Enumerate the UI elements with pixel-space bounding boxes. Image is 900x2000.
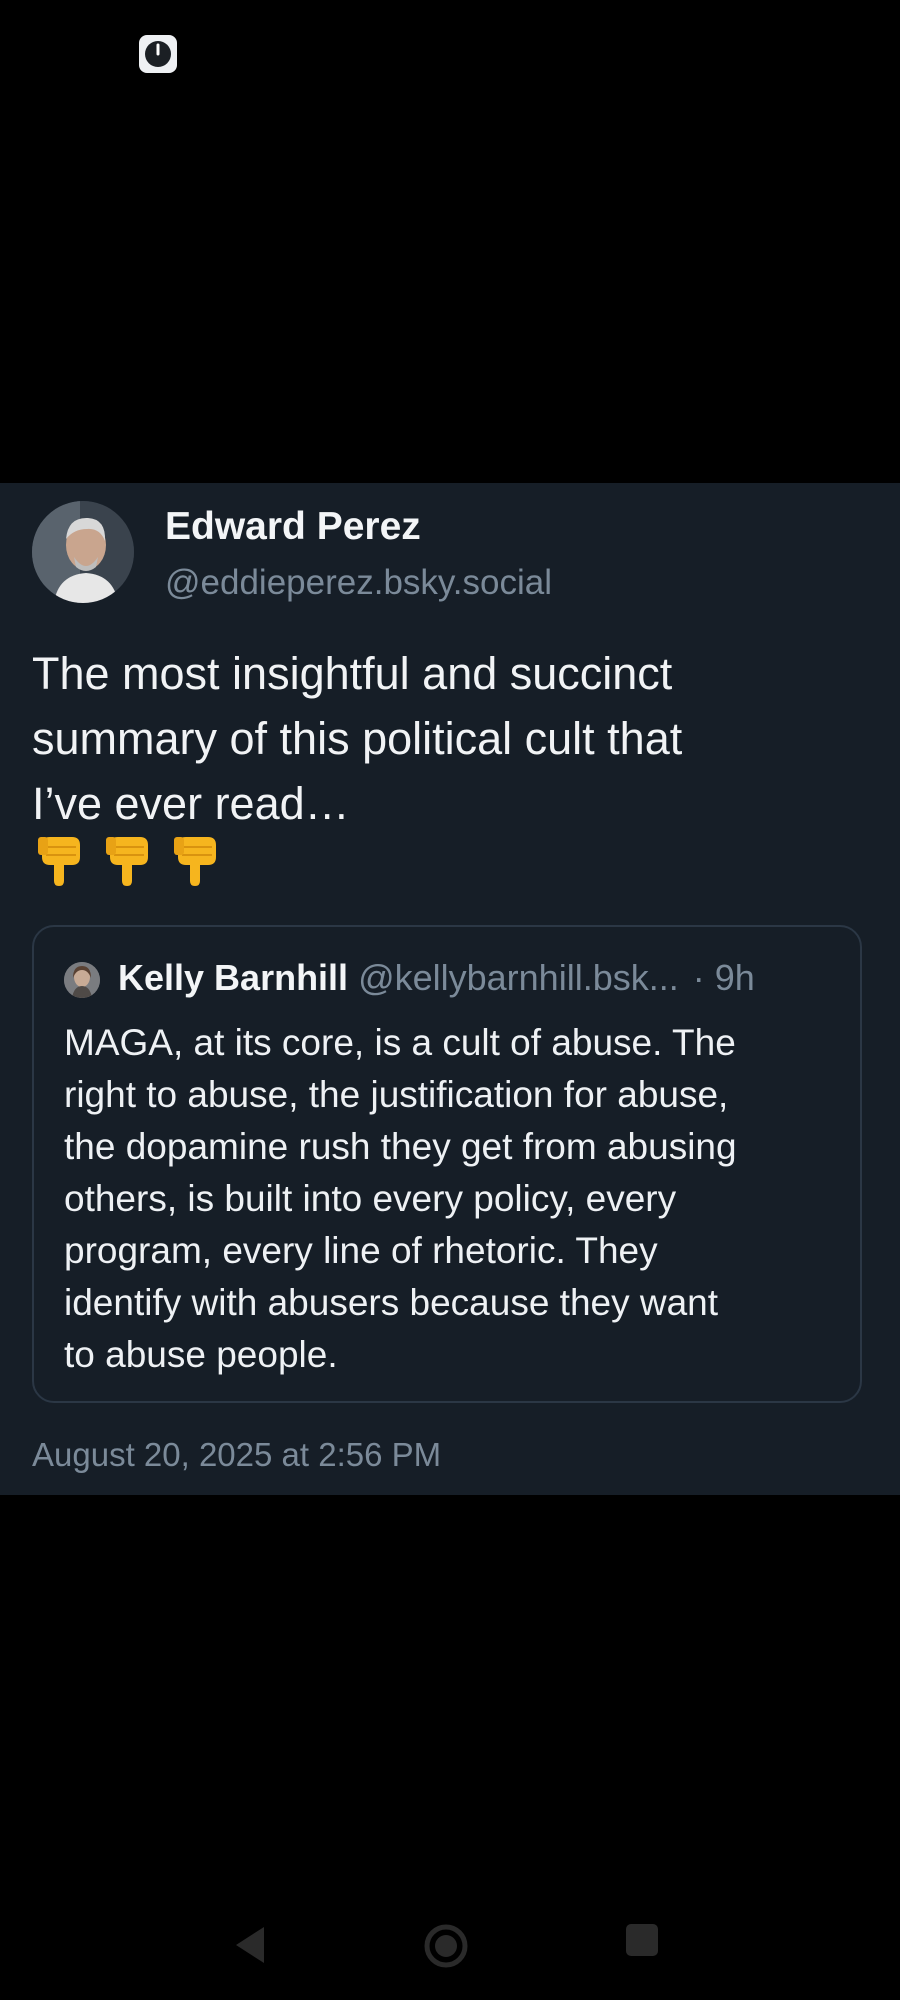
back-triangle-icon xyxy=(236,1927,264,1963)
recents-square-icon xyxy=(626,1924,658,1956)
home-circle-icon xyxy=(424,1924,468,1968)
back-button[interactable] xyxy=(230,1922,272,1973)
quoted-post[interactable]: Kelly Barnhill @kellybarnhill.bsk... · 9h … xyxy=(32,925,862,1403)
quote-text-line: program, every line of rhetoric. They xyxy=(64,1230,658,1271)
quote-header: Kelly Barnhill @kellybarnhill.bsk... · 9h xyxy=(118,957,755,999)
post-timestamp: August 20, 2025 at 2:56 PM xyxy=(32,1436,442,1473)
quote-author-name[interactable]: Kelly Barnhill xyxy=(118,957,348,998)
quote-author-handle[interactable]: @kellybarnhill.bsk... xyxy=(358,957,679,998)
post-text: The most insightful and succinct summary… xyxy=(32,641,872,836)
recents-button[interactable] xyxy=(624,1922,660,1963)
quote-text: MAGA, at its core, is a cult of abuse. T… xyxy=(64,1017,849,1381)
quote-text-line: MAGA, at its core, is a cult of abuse. T… xyxy=(64,1022,736,1063)
pointing-down-hand-icon xyxy=(36,835,84,892)
post-card[interactable]: Edward Perez @eddieperez.bsky.social The… xyxy=(0,483,900,1495)
quote-text-line: the dopamine rush they get from abusing xyxy=(64,1126,737,1167)
quote-author-avatar xyxy=(64,962,100,998)
pointing-down-hand-icon xyxy=(172,835,220,892)
home-button[interactable] xyxy=(422,1922,470,1975)
emoji-row xyxy=(36,835,220,892)
pointing-down-hand-icon xyxy=(104,835,152,892)
quote-text-line: identify with abusers because they want xyxy=(64,1282,719,1323)
post-text-line: I’ve ever read… xyxy=(32,778,350,829)
quote-text-line: others, is built into every policy, ever… xyxy=(64,1178,677,1219)
author-name[interactable]: Edward Perez xyxy=(165,505,421,549)
clock-icon xyxy=(139,35,177,73)
author-avatar[interactable] xyxy=(32,501,134,603)
author-handle[interactable]: @eddieperez.bsky.social xyxy=(165,563,552,603)
quote-time: · 9h xyxy=(692,957,755,998)
quote-text-line: right to abuse, the justification for ab… xyxy=(64,1074,729,1115)
quote-text-line: to abuse people. xyxy=(64,1334,338,1375)
post-text-line: The most insightful and succinct xyxy=(32,648,673,699)
post-text-line: summary of this political cult that xyxy=(32,713,683,764)
